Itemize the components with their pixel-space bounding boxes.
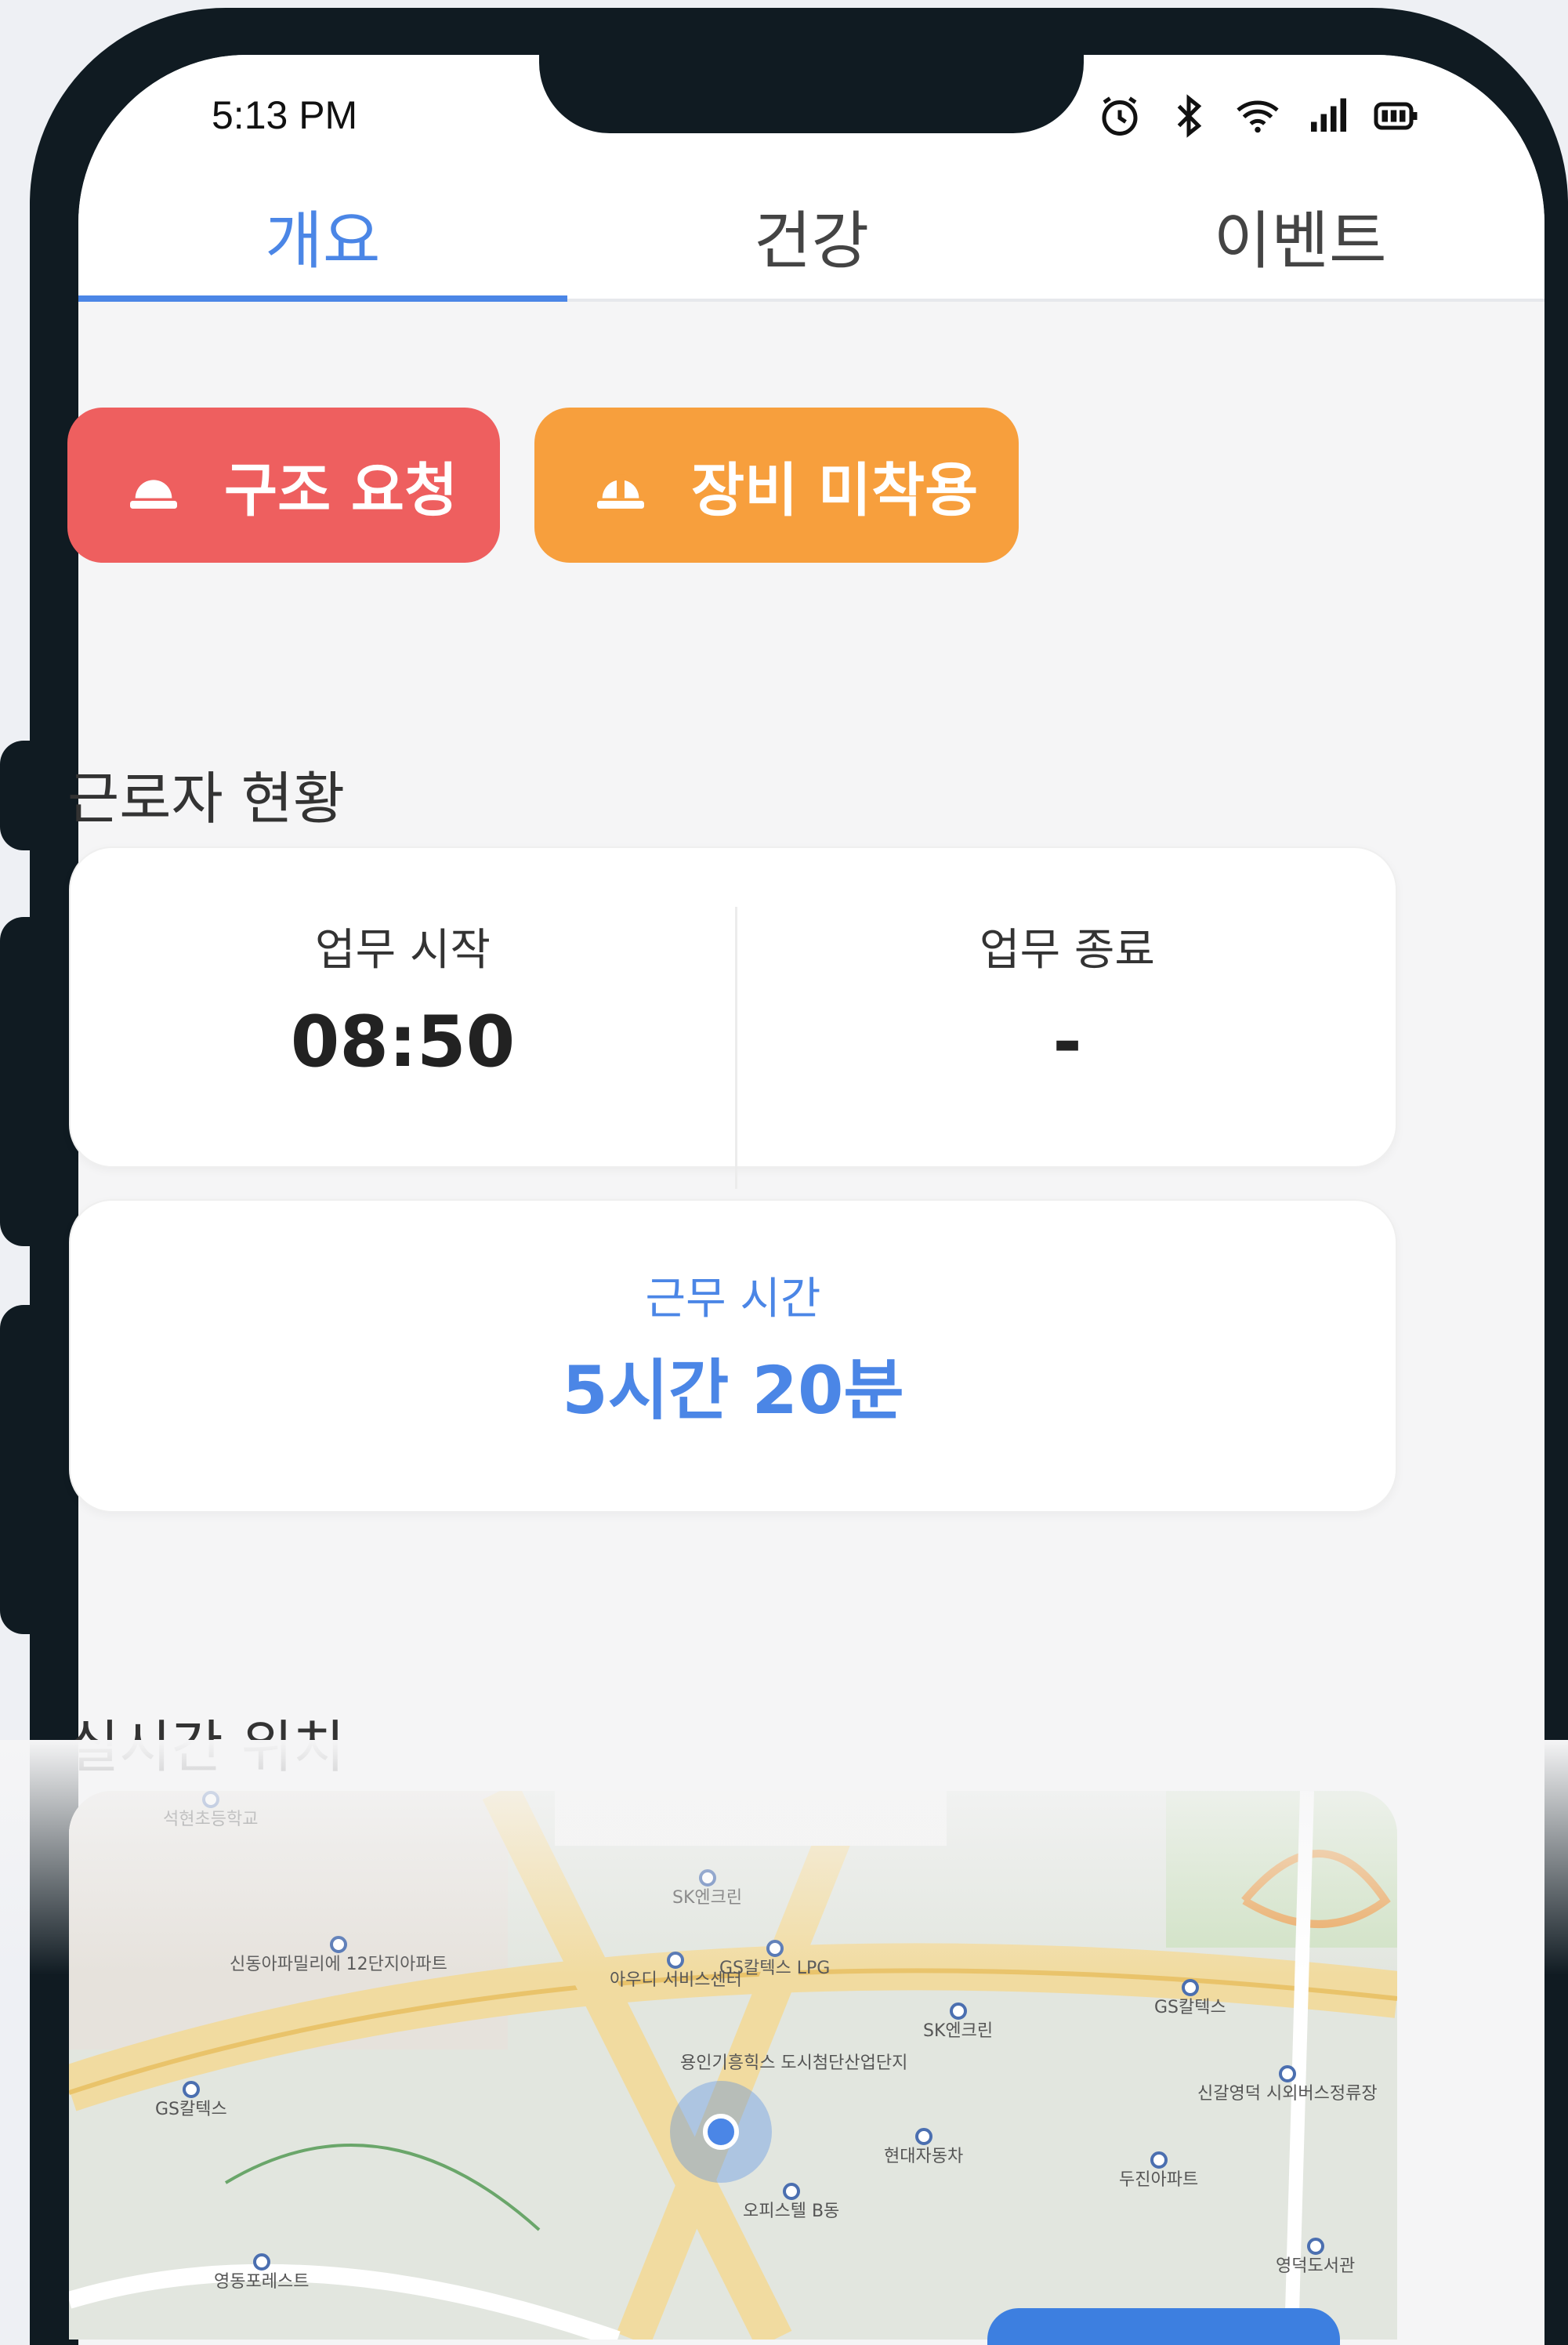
wifi-icon bbox=[1234, 92, 1281, 140]
work-time-value: 5시간 20분 bbox=[562, 1352, 904, 1429]
tab-overview[interactable]: 개요 bbox=[78, 172, 567, 302]
equipment-missing-button[interactable]: 장비 미착용 bbox=[534, 408, 1019, 563]
work-start-column: 업무 시작 08:50 bbox=[71, 848, 735, 1166]
siren-icon bbox=[130, 480, 177, 509]
map-poi: 영덕도서관 bbox=[1276, 2238, 1355, 2277]
work-end-column: 업무 종료 - bbox=[735, 848, 1400, 1166]
map-poi: 두진아파트 bbox=[1119, 2151, 1198, 2191]
tab-health[interactable]: 건강 bbox=[567, 172, 1056, 299]
bluetooth-icon bbox=[1165, 92, 1212, 140]
status-time: 5:13 PM bbox=[212, 93, 358, 137]
current-location-icon bbox=[703, 2114, 739, 2150]
tab-bar: 개요 건강 이벤트 bbox=[78, 172, 1544, 302]
equipment-missing-label: 장비 미착용 bbox=[691, 456, 979, 524]
worker-status-title: 근로자 현황 bbox=[67, 766, 346, 832]
map-poi: 용인기흥힉스 도시첨단산업단지 bbox=[680, 2053, 908, 2073]
map-poi: SK엔크린 bbox=[672, 1869, 742, 1908]
map-poi: 석현초등학교 bbox=[163, 1791, 258, 1830]
work-time-label: 근무 시간 bbox=[645, 1274, 821, 1325]
work-start-label: 업무 시작 bbox=[315, 925, 491, 976]
map-poi: 신갈영덕 시외버스정류장 bbox=[1197, 2065, 1378, 2104]
work-time-card: 근무 시간 5시간 20분 bbox=[69, 1199, 1397, 1513]
map-poi: GS칼텍스 bbox=[1154, 1979, 1226, 2018]
live-location-map[interactable]: 석현초등학교 신동아파밀리에 12단지아파트 SK엔크린 아우디 서비스센터 G… bbox=[69, 1791, 1397, 2340]
map-action-button[interactable] bbox=[987, 2308, 1340, 2345]
work-start-value: 08:50 bbox=[290, 1001, 516, 1083]
work-end-value: - bbox=[1052, 1001, 1082, 1083]
map-poi: GS칼텍스 bbox=[155, 2081, 227, 2120]
work-end-label: 업무 종료 bbox=[980, 925, 1155, 976]
tab-events[interactable]: 이벤트 bbox=[1056, 172, 1544, 299]
map-poi: 영동포레스트 bbox=[214, 2253, 309, 2292]
map-poi: SK엔크린 bbox=[923, 2002, 993, 2042]
notch bbox=[539, 55, 1084, 133]
map-poi: 신동아파밀리에 12단지아파트 bbox=[230, 1936, 447, 1975]
map-poi: 오피스텔 B동 bbox=[743, 2183, 839, 2222]
rescue-request-label: 구조 요청 bbox=[224, 456, 458, 524]
signal-icon bbox=[1303, 92, 1350, 140]
map-poi: 현대자동차 bbox=[884, 2128, 963, 2167]
battery-icon bbox=[1372, 92, 1419, 140]
live-location-title: 실시간 위치 bbox=[67, 1714, 346, 1780]
rescue-request-button[interactable]: 구조 요청 bbox=[67, 408, 500, 563]
helmet-icon bbox=[597, 474, 644, 509]
map-poi: GS칼텍스 LPG bbox=[719, 1940, 830, 1979]
alarm-icon bbox=[1096, 92, 1143, 140]
work-hours-card: 업무 시작 08:50 업무 종료 - bbox=[69, 846, 1400, 1189]
status-icons bbox=[1096, 92, 1419, 140]
